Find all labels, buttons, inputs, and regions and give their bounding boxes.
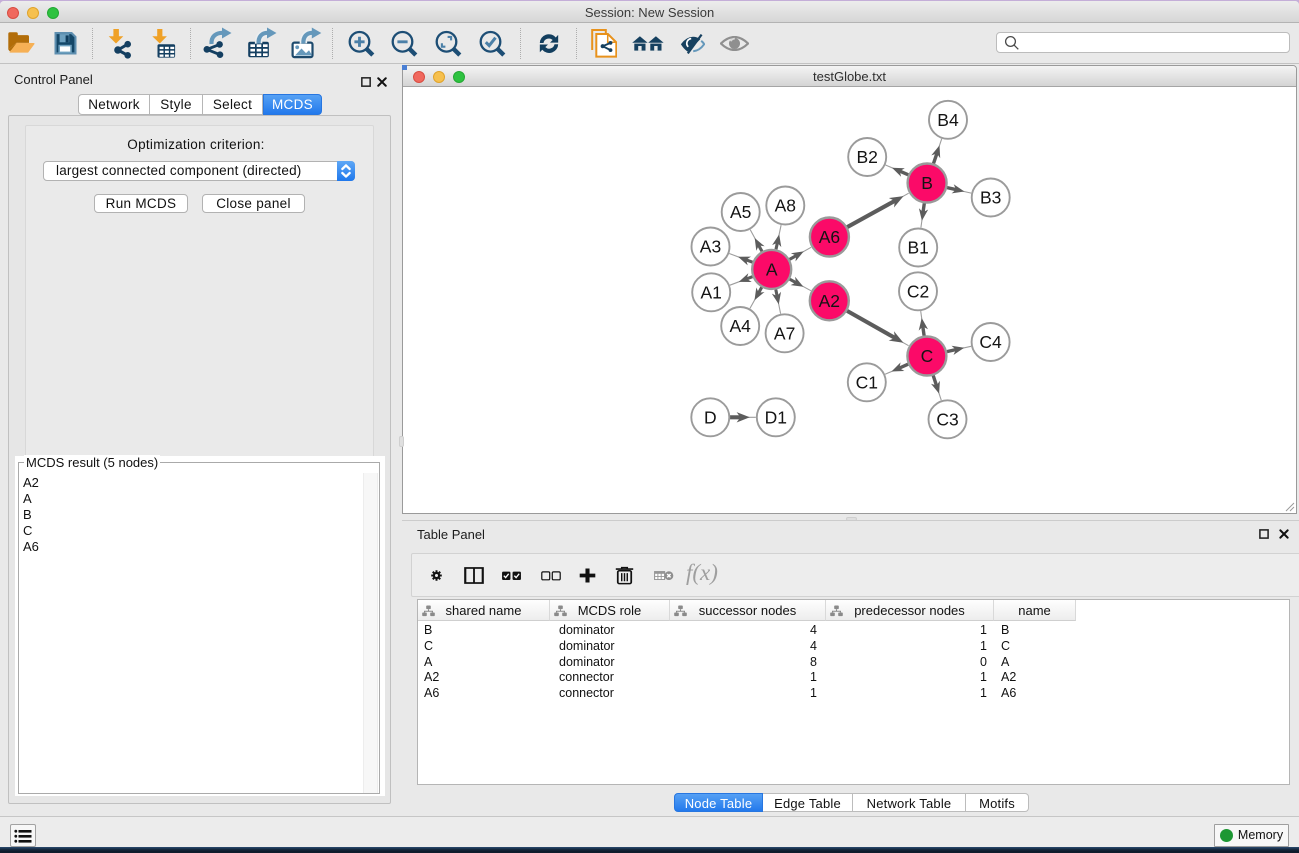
svg-text:C3: C3	[936, 410, 958, 430]
svg-text:A2: A2	[819, 291, 840, 311]
svg-text:C4: C4	[979, 332, 1002, 352]
svg-text:A: A	[766, 260, 778, 280]
svg-text:B: B	[921, 173, 933, 193]
svg-text:B3: B3	[980, 188, 1001, 208]
svg-text:C2: C2	[907, 282, 929, 302]
svg-text:A7: A7	[774, 324, 795, 344]
svg-text:C: C	[921, 346, 934, 366]
svg-text:D1: D1	[765, 408, 787, 428]
svg-text:D: D	[704, 408, 717, 428]
svg-text:A5: A5	[730, 202, 751, 222]
svg-text:A1: A1	[700, 283, 721, 303]
svg-text:A3: A3	[700, 237, 721, 257]
svg-text:B4: B4	[937, 110, 959, 130]
svg-text:A6: A6	[819, 227, 840, 247]
svg-text:B2: B2	[856, 147, 877, 167]
svg-text:B1: B1	[907, 238, 928, 258]
svg-text:A8: A8	[775, 196, 796, 216]
svg-text:A4: A4	[729, 316, 751, 336]
svg-text:C1: C1	[856, 373, 878, 393]
